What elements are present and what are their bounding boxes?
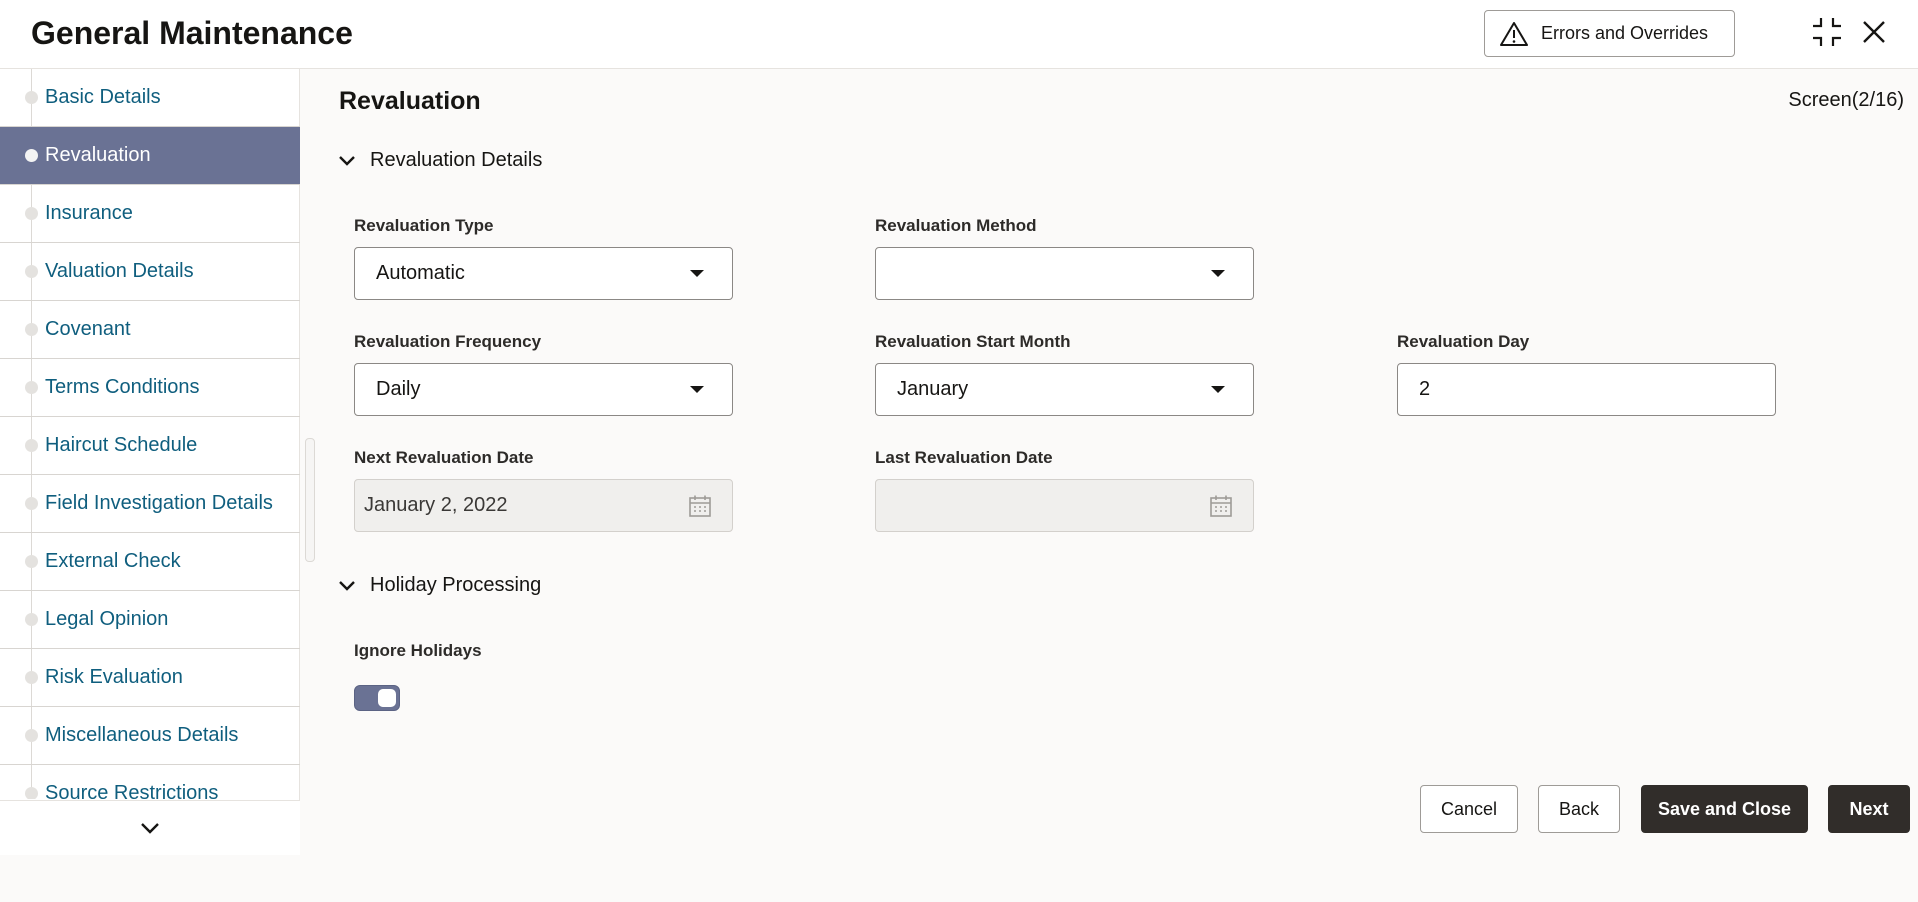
chevron-down-icon	[141, 823, 159, 834]
step-dot-icon	[25, 554, 38, 568]
sidebar-item-haircut-schedule[interactable]: Haircut Schedule	[0, 417, 300, 475]
app-title: General Maintenance	[31, 15, 353, 51]
errors-and-overrides-button[interactable]: Errors and Overrides	[1484, 10, 1735, 57]
caret-down-icon	[690, 385, 704, 393]
sidebar-item-label: Haircut Schedule	[45, 434, 198, 456]
sidebar-item-label: Field Investigation Details	[45, 492, 273, 514]
screen-indicator: Screen(2/16)	[1788, 89, 1904, 111]
revaluation-method-select[interactable]	[875, 247, 1254, 300]
revaluation-type-value: Automatic	[376, 262, 465, 284]
back-button[interactable]: Back	[1538, 785, 1620, 833]
step-dot-icon	[25, 438, 38, 452]
sidebar-item-external-check[interactable]: External Check	[0, 533, 300, 591]
sidebar-item-label: Risk Evaluation	[45, 666, 183, 688]
ignore-holidays-switch[interactable]	[354, 685, 400, 711]
sidebar-item-label: Valuation Details	[45, 260, 194, 282]
next-revaluation-date-label: Next Revaluation Date	[354, 448, 534, 467]
step-dot-icon	[25, 380, 38, 394]
switch-knob	[378, 689, 396, 707]
calendar-icon[interactable]	[688, 494, 712, 518]
revaluation-type-select[interactable]: Automatic	[354, 247, 733, 300]
holiday-processing-heading: Holiday Processing	[370, 574, 542, 596]
step-dot-icon	[25, 786, 38, 799]
sidebar-nav: Basic Details Revaluation Insurance Valu…	[0, 69, 300, 855]
sidebar-item-miscellaneous-details[interactable]: Miscellaneous Details	[0, 707, 300, 765]
revaluation-start-month-select[interactable]: January	[875, 363, 1254, 416]
step-dot-icon	[25, 728, 38, 742]
step-dot-icon	[25, 264, 38, 278]
sidebar-item-label: Source Restrictions	[45, 782, 219, 799]
next-button[interactable]: Next	[1828, 785, 1910, 833]
revaluation-day-label: Revaluation Day	[1397, 332, 1530, 351]
caret-down-icon	[690, 269, 704, 277]
cancel-button[interactable]: Cancel	[1420, 785, 1518, 833]
warning-icon	[1500, 21, 1528, 46]
caret-down-icon	[1211, 385, 1225, 393]
sidebar-item-covenant[interactable]: Covenant	[0, 301, 300, 359]
revaluation-day-input[interactable]	[1397, 363, 1776, 416]
ignore-holidays-label: Ignore Holidays	[354, 641, 482, 660]
caret-down-icon	[1211, 269, 1225, 277]
revaluation-frequency-select[interactable]: Daily	[354, 363, 733, 416]
sidebar-item-label: Legal Opinion	[45, 608, 169, 630]
sidebar-item-label: Revaluation	[45, 144, 151, 166]
sidebar-item-label: Insurance	[45, 202, 133, 224]
step-dot-icon	[25, 612, 38, 626]
page-title: Revaluation	[339, 87, 481, 115]
next-revaluation-date-value: January 2, 2022	[364, 494, 508, 516]
close-icon[interactable]	[1862, 20, 1886, 44]
chevron-down-icon	[339, 155, 355, 166]
sidebar-item-risk-evaluation[interactable]: Risk Evaluation	[0, 649, 300, 707]
revaluation-method-label: Revaluation Method	[875, 216, 1037, 235]
next-revaluation-date-field: January 2, 2022	[354, 479, 733, 532]
revaluation-start-month-label: Revaluation Start Month	[875, 332, 1071, 351]
step-dot-icon	[25, 148, 38, 162]
sidebar-item-label: Covenant	[45, 318, 131, 340]
holiday-processing-toggle[interactable]: Holiday Processing	[338, 574, 541, 597]
sidebar-item-label: External Check	[45, 550, 181, 572]
sidebar-item-revaluation[interactable]: Revaluation	[0, 127, 300, 185]
step-dot-icon	[25, 322, 38, 336]
sidebar-item-field-investigation-details[interactable]: Field Investigation Details	[0, 475, 300, 533]
sidebar-item-insurance[interactable]: Insurance	[0, 185, 300, 243]
last-revaluation-date-field	[875, 479, 1254, 532]
step-dot-icon	[25, 496, 38, 510]
step-dot-icon	[25, 90, 38, 104]
revaluation-frequency-value: Daily	[376, 378, 421, 400]
sidebar-item-terms-conditions[interactable]: Terms Conditions	[0, 359, 300, 417]
revaluation-details-heading: Revaluation Details	[370, 149, 543, 171]
revaluation-frequency-label: Revaluation Frequency	[354, 332, 542, 351]
header-bar: General Maintenance Errors and Overrides	[0, 0, 1918, 69]
scroll-nav-down-button[interactable]	[0, 800, 300, 855]
revaluation-details-toggle[interactable]: Revaluation Details	[338, 149, 542, 172]
sidebar-item-legal-opinion[interactable]: Legal Opinion	[0, 591, 300, 649]
calendar-icon[interactable]	[1209, 494, 1233, 518]
main-content: Revaluation Screen(2/16) Revaluation Det…	[300, 69, 1918, 902]
sidebar-item-source-restrictions[interactable]: Source Restrictions	[0, 765, 300, 799]
errors-button-label: Errors and Overrides	[1541, 23, 1709, 43]
step-dot-icon	[25, 670, 38, 684]
sidebar-item-basic-details[interactable]: Basic Details	[0, 69, 300, 127]
chevron-down-icon	[339, 580, 355, 591]
save-and-close-button[interactable]: Save and Close	[1641, 785, 1808, 833]
revaluation-type-label: Revaluation Type	[354, 216, 494, 235]
last-revaluation-date-label: Last Revaluation Date	[875, 448, 1053, 467]
minimize-icon[interactable]	[1811, 16, 1843, 48]
sidebar-item-valuation-details[interactable]: Valuation Details	[0, 243, 300, 301]
sidebar-item-label: Terms Conditions	[45, 376, 200, 398]
sidebar-item-label: Basic Details	[45, 86, 161, 108]
revaluation-start-month-value: January	[897, 378, 969, 400]
step-dot-icon	[25, 206, 38, 220]
nav-list: Basic Details Revaluation Insurance Valu…	[0, 69, 300, 799]
sidebar-item-label: Miscellaneous Details	[45, 724, 239, 746]
